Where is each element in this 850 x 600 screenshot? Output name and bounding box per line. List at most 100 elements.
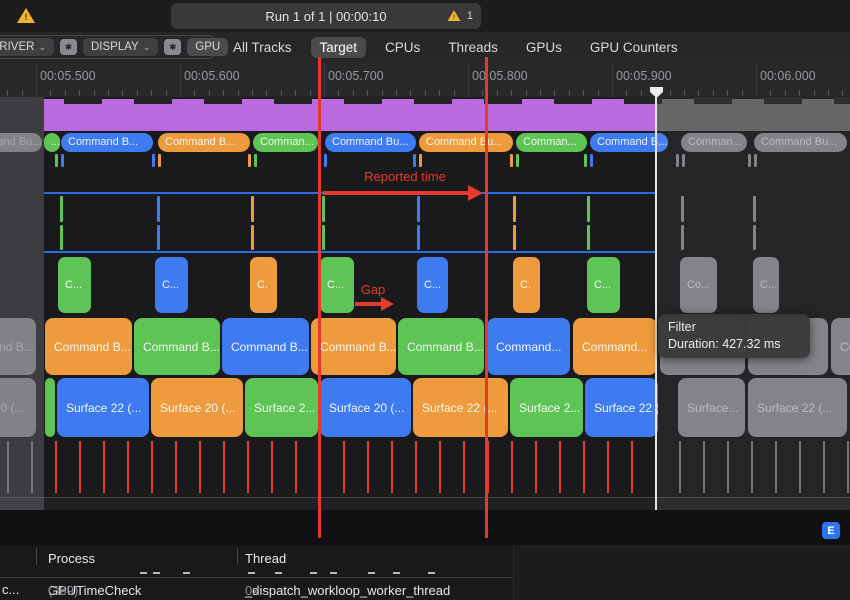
encoder-block[interactable]: C... xyxy=(417,257,448,313)
ruler-time-label: 00:05.500 xyxy=(40,69,96,83)
column-divider[interactable] xyxy=(36,548,37,565)
table-row[interactable]: c... GPUTimeCheck (369) _dispatch_worklo… xyxy=(0,581,513,600)
ruler-tick xyxy=(252,90,253,96)
surface-block[interactable]: Surface 22 (... xyxy=(413,378,508,437)
tab-target[interactable]: Target xyxy=(311,37,367,58)
command-buffer-block[interactable]: Command B... xyxy=(134,318,220,375)
command-buffer-pill[interactable]: Comman... xyxy=(253,133,318,152)
vsync-tick xyxy=(127,441,129,493)
surface-block[interactable]: Surface 2... xyxy=(245,378,318,437)
event-tick xyxy=(322,225,325,250)
interval-line-bottom xyxy=(44,251,657,253)
clipped-row-mark xyxy=(275,572,282,574)
command-buffer-block[interactable]: Command B... xyxy=(311,318,396,375)
warning-count: 1 xyxy=(467,10,473,22)
boundary-tick xyxy=(419,154,422,167)
cell-pid: (369) xyxy=(48,583,78,598)
purple-notch xyxy=(64,96,102,104)
run-status-pill[interactable]: Run 1 of 1 | 00:00:10 ! 1 xyxy=(171,3,481,29)
warning-count-badge[interactable]: ! 1 xyxy=(445,8,473,24)
tab-gpu-counters[interactable]: GPU Counters xyxy=(581,37,687,58)
column-header-thread[interactable]: Thread xyxy=(245,551,286,566)
ruler-tick xyxy=(814,90,815,96)
e-badge[interactable]: E xyxy=(822,522,840,539)
event-tick xyxy=(587,225,590,250)
display-pin-button[interactable]: ✱ xyxy=(164,39,181,55)
encoder-block[interactable]: C... xyxy=(320,257,354,313)
driver-dropdown[interactable]: DRIVER ⌄ xyxy=(0,38,54,56)
pane-divider[interactable] xyxy=(513,545,514,600)
vsync-tick xyxy=(439,441,441,493)
run-status-label: Run 1 of 1 | 00:00:10 xyxy=(265,9,386,24)
vsync-tick xyxy=(271,441,273,493)
chevron-down-icon: ⌄ xyxy=(143,42,151,53)
display-dropdown[interactable]: DISPLAY ⌄ xyxy=(83,38,158,56)
vsync-tick xyxy=(175,441,177,493)
surface-block[interactable]: Surface 22 (... xyxy=(585,378,658,437)
ruler-tick xyxy=(598,90,599,96)
driver-dropdown-label: DRIVER xyxy=(0,41,34,53)
cell-address: 0x... xyxy=(245,583,270,598)
top-toolbar: ! Run 1 of 1 | 00:00:10 ! 1 xyxy=(0,0,850,32)
surface-block[interactable]: Surface 22 (... xyxy=(57,378,149,437)
track-area: Command Bu......Command B...Command B...… xyxy=(0,97,850,510)
surface-block[interactable] xyxy=(45,378,55,437)
encoder-block[interactable]: C... xyxy=(587,257,620,313)
boundary-tick xyxy=(152,154,155,167)
encoder-block[interactable]: C... xyxy=(155,257,188,313)
command-buffer-pill[interactable]: Command Bu... xyxy=(325,133,416,152)
gap-annotation: Gap xyxy=(350,282,396,297)
tab-all-tracks[interactable]: All Tracks xyxy=(224,37,301,58)
command-buffer-block[interactable]: Command B... xyxy=(398,318,484,375)
tab-gpus[interactable]: GPUs xyxy=(517,37,571,58)
reported-time-arrow xyxy=(323,191,469,195)
driver-pin-button[interactable]: ✱ xyxy=(60,39,77,55)
column-divider[interactable] xyxy=(237,548,238,565)
ruler-gridline xyxy=(612,64,613,97)
surface-block[interactable]: Surface 20 (... xyxy=(320,378,411,437)
command-buffer-block[interactable]: Command... xyxy=(573,318,657,375)
command-buffer-block[interactable]: Command B... xyxy=(222,318,309,375)
ruler-tick xyxy=(670,90,671,96)
warning-badge-icon: ! xyxy=(447,10,460,22)
tab-threads[interactable]: Threads xyxy=(439,37,507,58)
encoder-block[interactable]: C... xyxy=(58,257,91,313)
command-buffer-pill[interactable]: ... xyxy=(44,133,60,152)
tab-cpus[interactable]: CPUs xyxy=(376,37,429,58)
view-tabbar: DRIVER ⌄ ✱ DISPLAY ⌄ ✱ GPU All Tracks Tar… xyxy=(0,32,850,63)
boundary-tick xyxy=(61,154,64,167)
ruler-tick xyxy=(828,90,829,96)
surface-block[interactable]: Surface 2... xyxy=(510,378,583,437)
warning-triangle-icon[interactable]: ! xyxy=(17,8,35,24)
command-buffer-pill[interactable]: Comman... xyxy=(516,133,587,152)
vsync-tick xyxy=(295,441,297,493)
command-buffer-pill[interactable]: Command Bu... xyxy=(419,133,513,152)
clipped-row-mark xyxy=(393,572,400,574)
boundary-tick xyxy=(248,154,251,167)
asterisk-icon: ✱ xyxy=(65,42,73,53)
cell-track: c... xyxy=(2,582,19,597)
encoder-block[interactable]: C. xyxy=(513,257,540,313)
vsync-tick xyxy=(343,441,345,493)
column-header-process[interactable]: Process xyxy=(48,551,95,566)
dimmed-left-column xyxy=(0,97,44,510)
vsync-tick xyxy=(535,441,537,493)
clipped-row-mark xyxy=(153,572,160,574)
event-tick xyxy=(60,196,63,222)
command-buffer-block[interactable]: Command... xyxy=(487,318,570,375)
vsync-tick xyxy=(607,441,609,493)
encoder-block[interactable]: C. xyxy=(250,257,277,313)
gpu-button[interactable]: GPU xyxy=(187,38,228,56)
command-buffer-pill[interactable]: Command B... xyxy=(61,133,153,152)
timeline-ruler[interactable]: 00:05.50000:05.60000:05.70000:05.80000:0… xyxy=(0,62,850,98)
command-buffer-block[interactable]: Command B... xyxy=(45,318,132,375)
vsync-tick xyxy=(103,441,105,493)
boundary-tick xyxy=(324,154,327,167)
gpu-button-label: GPU xyxy=(195,41,220,53)
surface-block[interactable]: Surface 20 (... xyxy=(151,378,243,437)
command-buffer-pill[interactable]: Command B... xyxy=(158,133,250,152)
event-tick xyxy=(513,225,516,250)
vsync-tick xyxy=(79,441,81,493)
ruler-tick xyxy=(396,90,397,96)
event-tick xyxy=(513,196,516,222)
